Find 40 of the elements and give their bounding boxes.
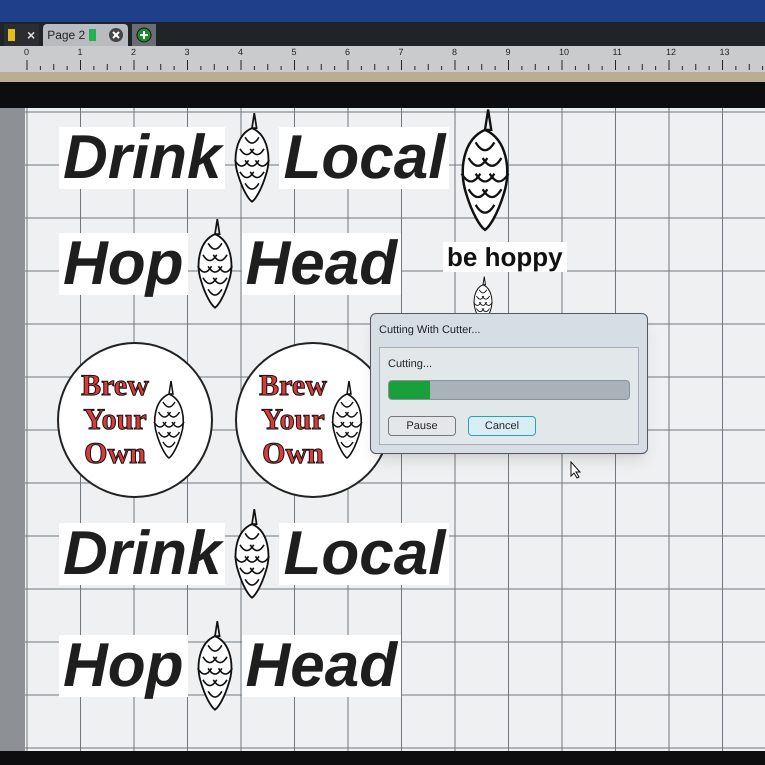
ruler-label: 1 (78, 46, 83, 58)
ruler-label: 0 (24, 46, 30, 58)
outlined-word: Head (242, 233, 402, 295)
outlined-word: Drink (59, 127, 226, 189)
badge-word: Brew (259, 369, 327, 403)
ruler-label: 11 (612, 46, 622, 58)
ruler-label: 7 (398, 46, 404, 58)
dialog-button[interactable]: Cancel (468, 416, 536, 436)
badge-word: Your (83, 403, 147, 437)
ruler-label: 9 (506, 46, 511, 58)
caption-text: be hoppy (443, 242, 567, 272)
close-icon[interactable] (108, 27, 124, 43)
add-icon[interactable] (136, 27, 152, 43)
ruler-label: 3 (184, 46, 190, 58)
ruler-label: 2 (131, 46, 136, 58)
badge-word: Brew (81, 369, 149, 403)
page-tab[interactable]: Page 2 (43, 24, 128, 46)
outlined-word: Drink (59, 523, 226, 585)
ruler-label: 12 (666, 46, 676, 58)
badge-word: Own (262, 437, 324, 471)
badge-word: Own (84, 437, 146, 471)
page-tab[interactable]: × (4, 24, 40, 46)
status-text: Cutting... (388, 356, 434, 372)
outlined-word: Local (279, 127, 450, 189)
outlined-word: Hop (59, 635, 188, 697)
dialog-title: Cutting With Cutter... (379, 323, 482, 338)
outlined-word: Head (242, 635, 402, 697)
ruler-label: 6 (345, 46, 350, 58)
mouse-pointer-icon (570, 461, 582, 479)
ruler-label: 8 (452, 46, 458, 58)
ruler-label: 13 (720, 46, 730, 58)
tab-label[interactable]: Page 2 (47, 26, 86, 44)
dialog-button[interactable]: Pause (388, 416, 456, 436)
outlined-word: Hop (59, 233, 188, 295)
ruler-label: 4 (238, 46, 244, 58)
ruler-label: 5 (292, 46, 297, 58)
badge-word: Your (261, 403, 325, 437)
outlined-word: Local (279, 523, 450, 585)
close-tab-glyph[interactable]: × (27, 24, 36, 46)
ruler-label: 10 (559, 46, 570, 58)
